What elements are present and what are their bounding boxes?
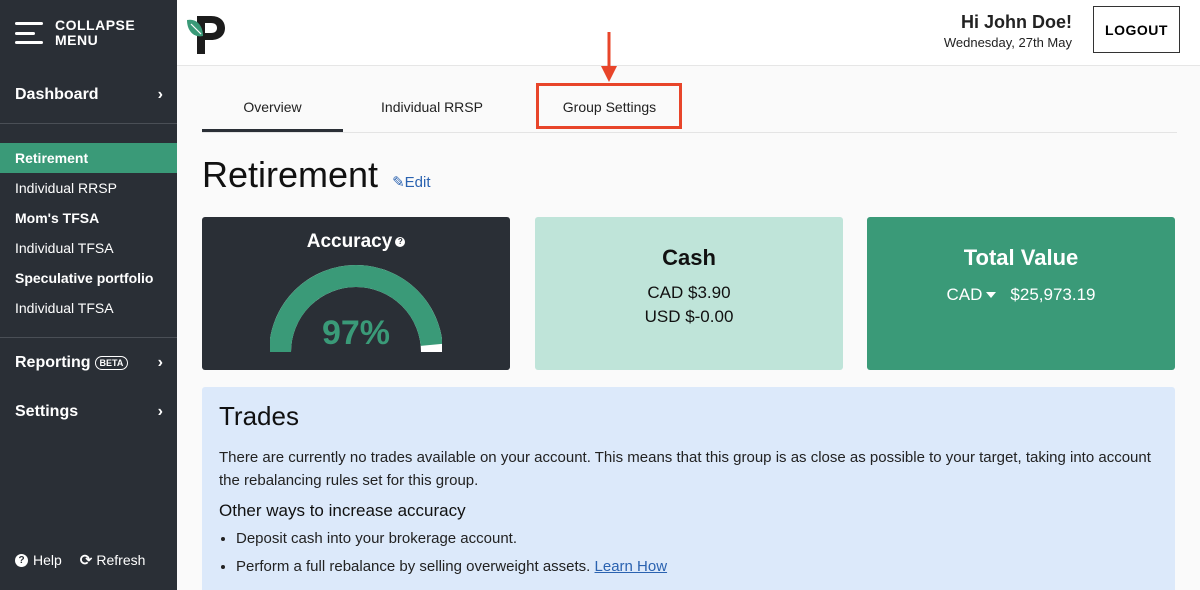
edit-button[interactable]: ✎Edit <box>392 173 430 191</box>
currency-label: CAD <box>946 285 983 304</box>
refresh-label: Refresh <box>96 552 146 568</box>
sidebar-account-item[interactable]: Individual RRSP <box>0 173 177 203</box>
question-icon: ? <box>15 553 28 567</box>
help-button[interactable]: ? Help <box>15 552 62 568</box>
tab-bar: Overview Individual RRSP Group Settings <box>202 86 1177 133</box>
chevron-right-icon: › <box>157 403 163 420</box>
greeting-text: Hi John Doe! <box>961 12 1072 32</box>
arrow-down-icon <box>601 32 617 82</box>
collapse-label-line2: MENU <box>55 32 99 48</box>
group-list: Retirement Individual RRSP Mom's TFSA In… <box>0 124 177 338</box>
list-item-text: Perform a full rebalance by selling over… <box>236 558 591 575</box>
sidebar-item-settings[interactable]: Settings › <box>0 388 177 436</box>
collapse-menu-button[interactable]: COLLAPSE MENU <box>0 0 177 66</box>
sidebar-item-reporting[interactable]: Reporting BETA › <box>0 338 177 388</box>
cash-card: Cash CAD $3.90 USD $-0.00 <box>535 217 843 370</box>
date-text: Wednesday, 27th May <box>943 35 1072 50</box>
tab-individual-rrsp[interactable]: Individual RRSP <box>362 86 502 132</box>
sidebar-group-moms-tfsa[interactable]: Mom's TFSA <box>0 203 177 233</box>
accuracy-title: Accuracy <box>306 231 393 252</box>
sidebar-item-label: Dashboard <box>15 85 99 103</box>
page-title: Retirement <box>202 154 379 195</box>
trades-title: Trades <box>219 401 299 431</box>
edit-label: Edit <box>404 174 431 191</box>
list-item: Perform a full rebalance by selling over… <box>236 553 1158 581</box>
currency-select[interactable]: CAD <box>947 285 997 305</box>
trades-message: There are currently no trades available … <box>219 449 1151 489</box>
header: Hi John Doe! Wednesday, 27th May LOGOUT <box>177 0 1200 66</box>
trades-panel: Trades There are currently no trades ava… <box>202 387 1175 590</box>
highlight-box <box>536 83 682 129</box>
cash-cad-value: CAD $3.90 <box>647 283 731 302</box>
total-value-amount: $25,973.19 <box>1010 285 1096 304</box>
collapse-label-line1: COLLAPSE <box>55 17 136 33</box>
sidebar-footer: ? Help ⟳ Refresh <box>0 530 177 590</box>
chevron-right-icon: › <box>157 354 163 371</box>
accuracy-title-row: Accuracy? <box>202 231 510 253</box>
refresh-button[interactable]: ⟳ Refresh <box>80 551 146 569</box>
refresh-icon: ⟳ <box>79 552 93 569</box>
learn-how-link[interactable]: Learn How <box>595 558 668 575</box>
main-content: Overview Individual RRSP Group Settings … <box>177 32 1200 590</box>
logout-button[interactable]: LOGOUT <box>1093 6 1180 53</box>
total-value-card: Total Value CAD $25,973.19 <box>867 217 1175 370</box>
page-title-row: Retirement ✎Edit <box>202 154 431 196</box>
logo-icon <box>187 16 225 54</box>
user-greeting: Hi John Doe! Wednesday, 27th May <box>944 12 1072 50</box>
total-value-title: Total Value <box>963 245 1079 270</box>
hamburger-icon <box>15 22 43 44</box>
cash-usd-value: USD $-0.00 <box>644 307 734 326</box>
sidebar-group-retirement[interactable]: Retirement <box>0 143 177 173</box>
sidebar-account-item[interactable]: Individual TFSA <box>0 233 177 263</box>
sidebar-item-label: Reporting <box>15 354 91 371</box>
sidebar-item-dashboard[interactable]: Dashboard › <box>0 66 177 124</box>
chevron-right-icon: › <box>157 85 163 103</box>
accuracy-card: Accuracy? 97% <box>202 217 510 370</box>
cash-title: Cash <box>662 245 716 270</box>
help-label: Help <box>33 552 62 568</box>
caret-down-icon <box>986 292 997 298</box>
sidebar: COLLAPSE MENU Dashboard › Retirement Ind… <box>0 0 177 590</box>
sidebar-account-item[interactable]: Individual TFSA <box>0 293 177 323</box>
collapse-menu-label: COLLAPSE MENU <box>55 18 135 48</box>
beta-badge: BETA <box>94 355 129 370</box>
sidebar-item-label: Settings <box>15 403 79 420</box>
list-item: Deposit cash into your brokerage account… <box>236 525 1158 553</box>
sidebar-group-speculative[interactable]: Speculative portfolio <box>0 263 177 293</box>
accuracy-value: 97% <box>321 314 391 352</box>
trades-subtitle: Other ways to increase accuracy <box>219 501 466 520</box>
tab-overview[interactable]: Overview <box>202 86 343 132</box>
help-icon[interactable]: ? <box>395 236 406 247</box>
pencil-icon: ✎ <box>392 174 405 191</box>
